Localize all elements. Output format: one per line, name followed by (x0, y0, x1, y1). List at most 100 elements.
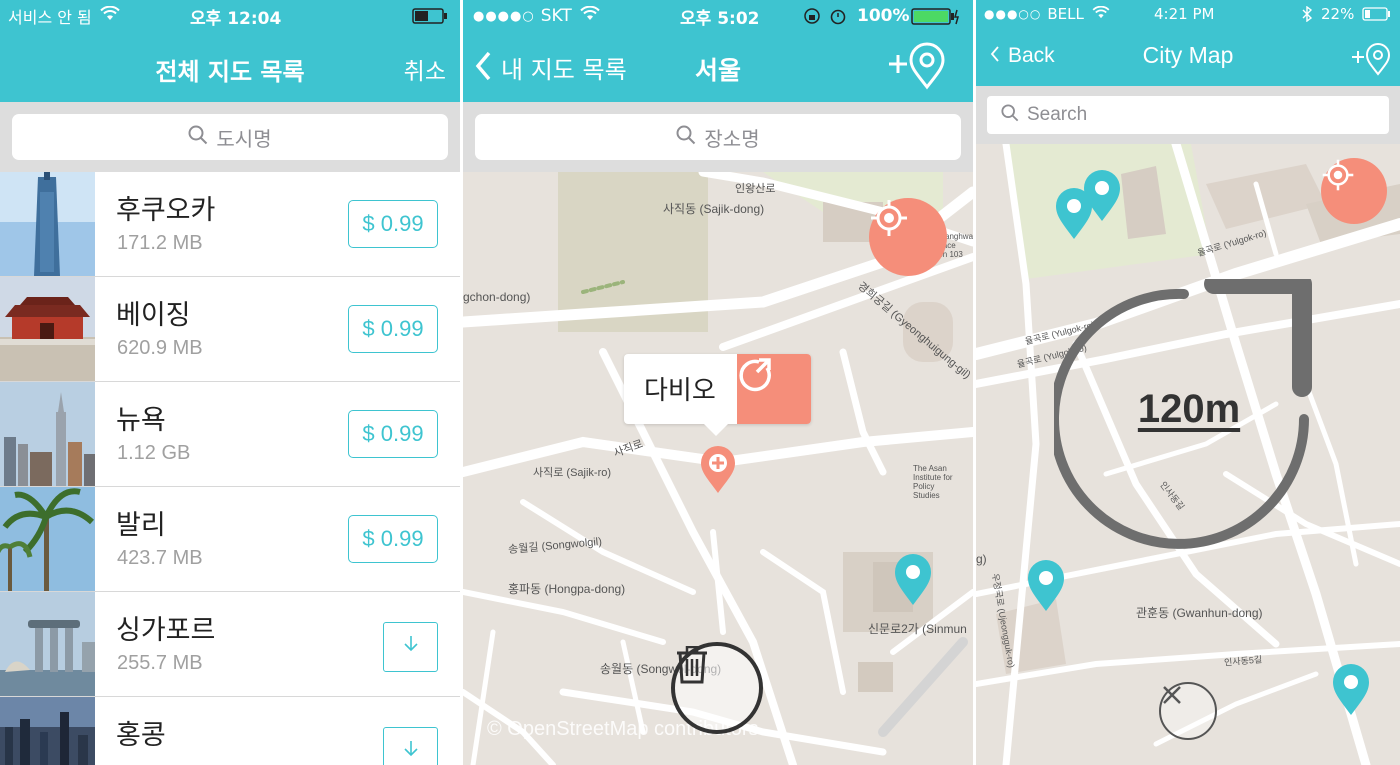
city-name: 홍콩 (116, 720, 166, 751)
map-label: 홍파동 (Hongpa-dong) (508, 582, 626, 596)
distance-value: 120m (1137, 387, 1241, 431)
search-input[interactable]: 장소명 (475, 114, 961, 160)
search-input[interactable]: 도시명 (12, 114, 448, 160)
city-thumbnail (0, 172, 95, 276)
carrier-label: 서비스 안 됨 (8, 8, 92, 27)
map-label: gchon-dong) (463, 290, 531, 304)
search-placeholder: Search (1027, 104, 1088, 125)
map-label: 신문로2가 (Sinmun (868, 622, 967, 636)
map-view[interactable]: 사직동 (Sajik-dong) 인왕산로 gchon-dong) 사직로 경희… (463, 172, 973, 765)
page-title: 서울 (695, 56, 742, 85)
chevron-left-icon (475, 51, 491, 85)
search-placeholder: 도시명 (216, 126, 272, 151)
city-thumbnail (0, 382, 95, 486)
battery-icon (412, 8, 448, 29)
download-icon (399, 633, 423, 661)
city-name: 싱가포르 (116, 615, 216, 646)
download-icon (399, 738, 423, 765)
battery-icon (911, 8, 961, 30)
city-name: 후쿠오카 (116, 195, 216, 226)
back-button[interactable]: 내 지도 목록 (475, 50, 627, 85)
download-button[interactable] (383, 622, 438, 672)
add-pin-icon (1350, 43, 1392, 80)
signal-icon: ●●●○○ (984, 7, 1042, 21)
nav-bar: 서비스 안 됨 오후 12:04 전체 지도 목록 취소 (0, 0, 460, 102)
buy-button[interactable]: $ 0.99 (348, 200, 438, 248)
list-item[interactable]: 베이징 620.9 MB $ 0.99 (0, 277, 460, 382)
search-icon (188, 125, 208, 150)
list-item[interactable]: 홍콩 (0, 697, 460, 765)
page-title: City Map (1142, 42, 1234, 68)
map-label: g) (976, 552, 987, 566)
close-button[interactable] (1159, 682, 1217, 740)
map-label: 사직동 (Sajik-dong) (663, 202, 765, 216)
buy-button[interactable]: $ 0.99 (348, 305, 438, 353)
file-size: 255.7 MB (117, 652, 203, 674)
battery-percent: 100% (857, 6, 910, 26)
bluetooth-icon (1302, 5, 1313, 26)
map-label: 사직로 (Sajik-ro) (533, 467, 612, 479)
wifi-icon (580, 5, 600, 26)
battery-icon (1362, 7, 1392, 25)
map-view[interactable]: 율곡로 (Yulgok-ro) 율곡로 (Yulgok-ro) 율곡로 (Yul… (976, 144, 1400, 765)
distance-dial[interactable]: 120m (1054, 279, 1324, 559)
search-icon (676, 125, 696, 150)
map-label: 관훈동 (Gwanhun-dong) (1136, 606, 1263, 620)
search-bar: Search (976, 86, 1400, 144)
list-item[interactable]: 뉴욕 1.12 GB $ 0.99 (0, 382, 460, 487)
delete-button[interactable] (671, 642, 763, 734)
city-thumbnail (0, 592, 95, 696)
status-bar: 서비스 안 됨 오후 12:04 (0, 0, 460, 32)
seoul-map-screen: ●●●●○ SKT 오후 5:02 100% 내 지도 목록 서울 장소명 사직… (463, 0, 973, 765)
map-label: The Asan Institute for Policy Studies (913, 464, 953, 500)
add-place-button[interactable] (887, 40, 947, 94)
buy-button[interactable]: $ 0.99 (348, 410, 438, 458)
place-popup[interactable]: 다비오 (624, 354, 811, 436)
status-bar: ●●●●○ SKT 오후 5:02 100% (463, 0, 973, 32)
carrier-label: SKT (540, 6, 572, 26)
file-size: 1.12 GB (117, 442, 191, 464)
search-bar: 도시명 (0, 102, 460, 172)
city-name: 뉴욕 (116, 405, 166, 436)
search-input[interactable]: Search (987, 96, 1389, 134)
clock: 오후 12:04 (190, 8, 282, 29)
map-label: 인왕산로 (735, 183, 776, 195)
battery-percent: 22% (1321, 5, 1355, 23)
alarm-icon (829, 7, 847, 30)
status-bar: ●●●○○ BELL 4:21 PM 22% (976, 0, 1400, 28)
list-item[interactable]: 후쿠오카 171.2 MB $ 0.99 (0, 172, 460, 277)
nav-bar: ●●●○○ BELL 4:21 PM 22% Back City Map (976, 0, 1400, 86)
city-thumbnail (0, 277, 95, 381)
nav-bar: ●●●●○ SKT 오후 5:02 100% 내 지도 목록 서울 (463, 0, 973, 102)
search-icon (1001, 103, 1019, 127)
search-placeholder: 장소명 (704, 126, 760, 151)
city-name: 베이징 (116, 300, 191, 331)
city-thumbnail (0, 487, 95, 591)
city-list: 후쿠오카 171.2 MB $ 0.99 베이징 620.9 MB $ 0.99… (0, 172, 460, 765)
add-place-button[interactable] (1350, 40, 1392, 80)
buy-button[interactable]: $ 0.99 (348, 515, 438, 563)
file-size: 423.7 MB (117, 547, 203, 569)
city-thumbnail (0, 697, 95, 765)
locate-button[interactable] (869, 198, 947, 276)
download-button[interactable] (383, 727, 438, 765)
rotation-lock-icon (803, 7, 821, 30)
popup-pointer (704, 424, 728, 436)
locate-button[interactable] (1321, 158, 1387, 224)
city-name: 발리 (116, 510, 166, 541)
list-item[interactable]: 발리 423.7 MB $ 0.99 (0, 487, 460, 592)
carrier-label: BELL (1047, 5, 1084, 23)
wifi-icon (100, 5, 120, 26)
back-label: 내 지도 목록 (501, 56, 627, 84)
add-pin-icon (887, 42, 947, 94)
clock: 4:21 PM (1154, 5, 1215, 23)
city-list-screen: 서비스 안 됨 오후 12:04 전체 지도 목록 취소 도시명 후쿠오카 17… (0, 0, 460, 765)
cancel-button[interactable]: 취소 (404, 52, 446, 86)
route-button[interactable] (737, 354, 811, 424)
page-title: 전체 지도 목록 (155, 58, 305, 86)
file-size: 171.2 MB (117, 232, 203, 254)
city-map-screen: ●●●○○ BELL 4:21 PM 22% Back City Map Sea… (976, 0, 1400, 765)
file-size: 620.9 MB (117, 337, 203, 359)
list-item[interactable]: 싱가포르 255.7 MB (0, 592, 460, 697)
signal-icon: ●●●●○ (473, 8, 535, 24)
